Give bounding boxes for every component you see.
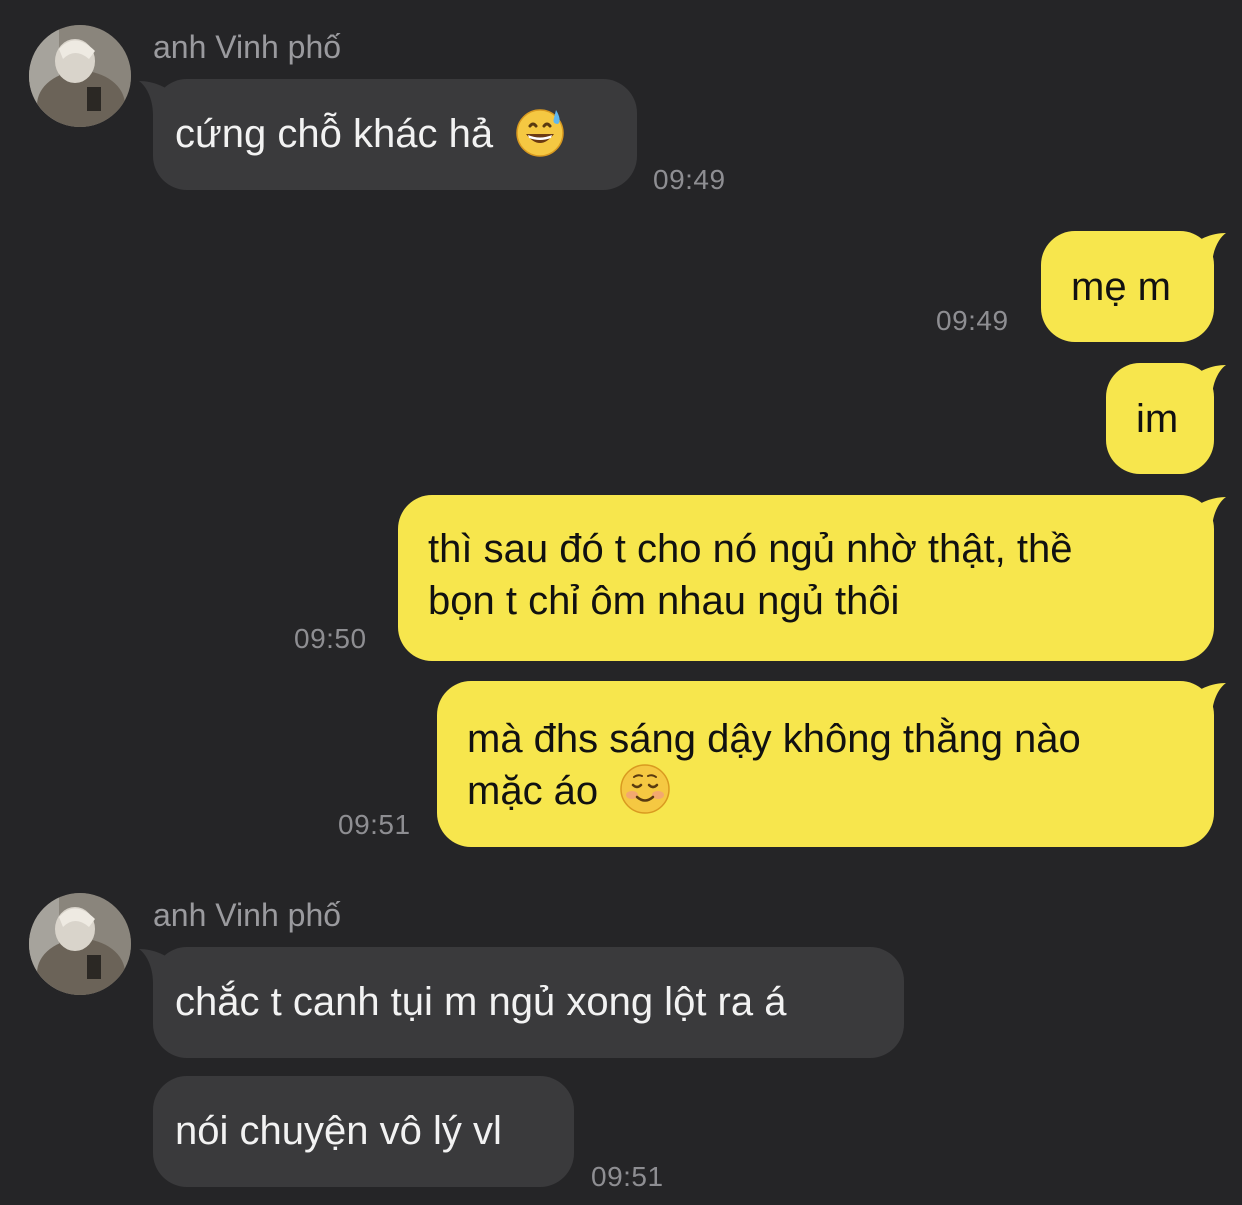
sender-name: anh Vinh phố bbox=[153, 29, 342, 65]
message-text: cứng chỗ khác hả bbox=[175, 112, 494, 156]
message-bubble-incoming[interactable]: nói chuyện vô lý vl bbox=[153, 1076, 574, 1187]
message-bubble-outgoing[interactable]: im bbox=[1106, 363, 1226, 474]
message-timestamp: 09:49 bbox=[653, 164, 726, 195]
sender-avatar[interactable] bbox=[29, 893, 131, 995]
message-text-line: bọn t chỉ ôm nhau ngủ thôi bbox=[428, 579, 900, 623]
sender-avatar[interactable] bbox=[29, 25, 131, 127]
message-bubble-outgoing[interactable]: thì sau đó t cho nó ngủ nhờ thật, thề bọ… bbox=[398, 495, 1226, 661]
smiling-face-emoji bbox=[620, 764, 671, 815]
bubble-tail bbox=[1186, 683, 1226, 717]
message-text-line: mà đhs sáng dậy không thằng nào bbox=[467, 717, 1081, 761]
message-text-line: mặc áo bbox=[467, 769, 599, 813]
message-timestamp: 09:51 bbox=[338, 809, 411, 840]
message-bubble-outgoing[interactable]: mà đhs sáng dậy không thằng nào mặc áo bbox=[437, 681, 1226, 847]
message-bubble-incoming[interactable]: cứng chỗ khác hả bbox=[139, 79, 637, 190]
bubble-tail bbox=[139, 949, 179, 983]
message-timestamp: 09:50 bbox=[294, 623, 367, 654]
bubble-tail bbox=[1186, 233, 1226, 267]
message-timestamp: 09:51 bbox=[591, 1161, 664, 1192]
message-bubble-outgoing[interactable]: mẹ m bbox=[1041, 231, 1226, 342]
message-text-line: thì sau đó t cho nó ngủ nhờ thật, thề bbox=[428, 527, 1073, 571]
bubble-tail bbox=[1186, 365, 1226, 399]
grinning-sweat-emoji bbox=[516, 109, 564, 158]
sender-name: anh Vinh phố bbox=[153, 897, 342, 933]
message-timestamp: 09:49 bbox=[936, 305, 1009, 336]
message-bubble-incoming[interactable]: chắc t canh tụi m ngủ xong lột ra á bbox=[139, 947, 904, 1058]
message-text: im bbox=[1136, 397, 1179, 441]
message-text: mẹ m bbox=[1071, 265, 1171, 309]
message-text: nói chuyện vô lý vl bbox=[175, 1109, 502, 1153]
bubble-tail bbox=[1186, 497, 1226, 531]
bubble-tail bbox=[139, 81, 179, 115]
message-text: chắc t canh tụi m ngủ xong lột ra á bbox=[175, 980, 787, 1024]
